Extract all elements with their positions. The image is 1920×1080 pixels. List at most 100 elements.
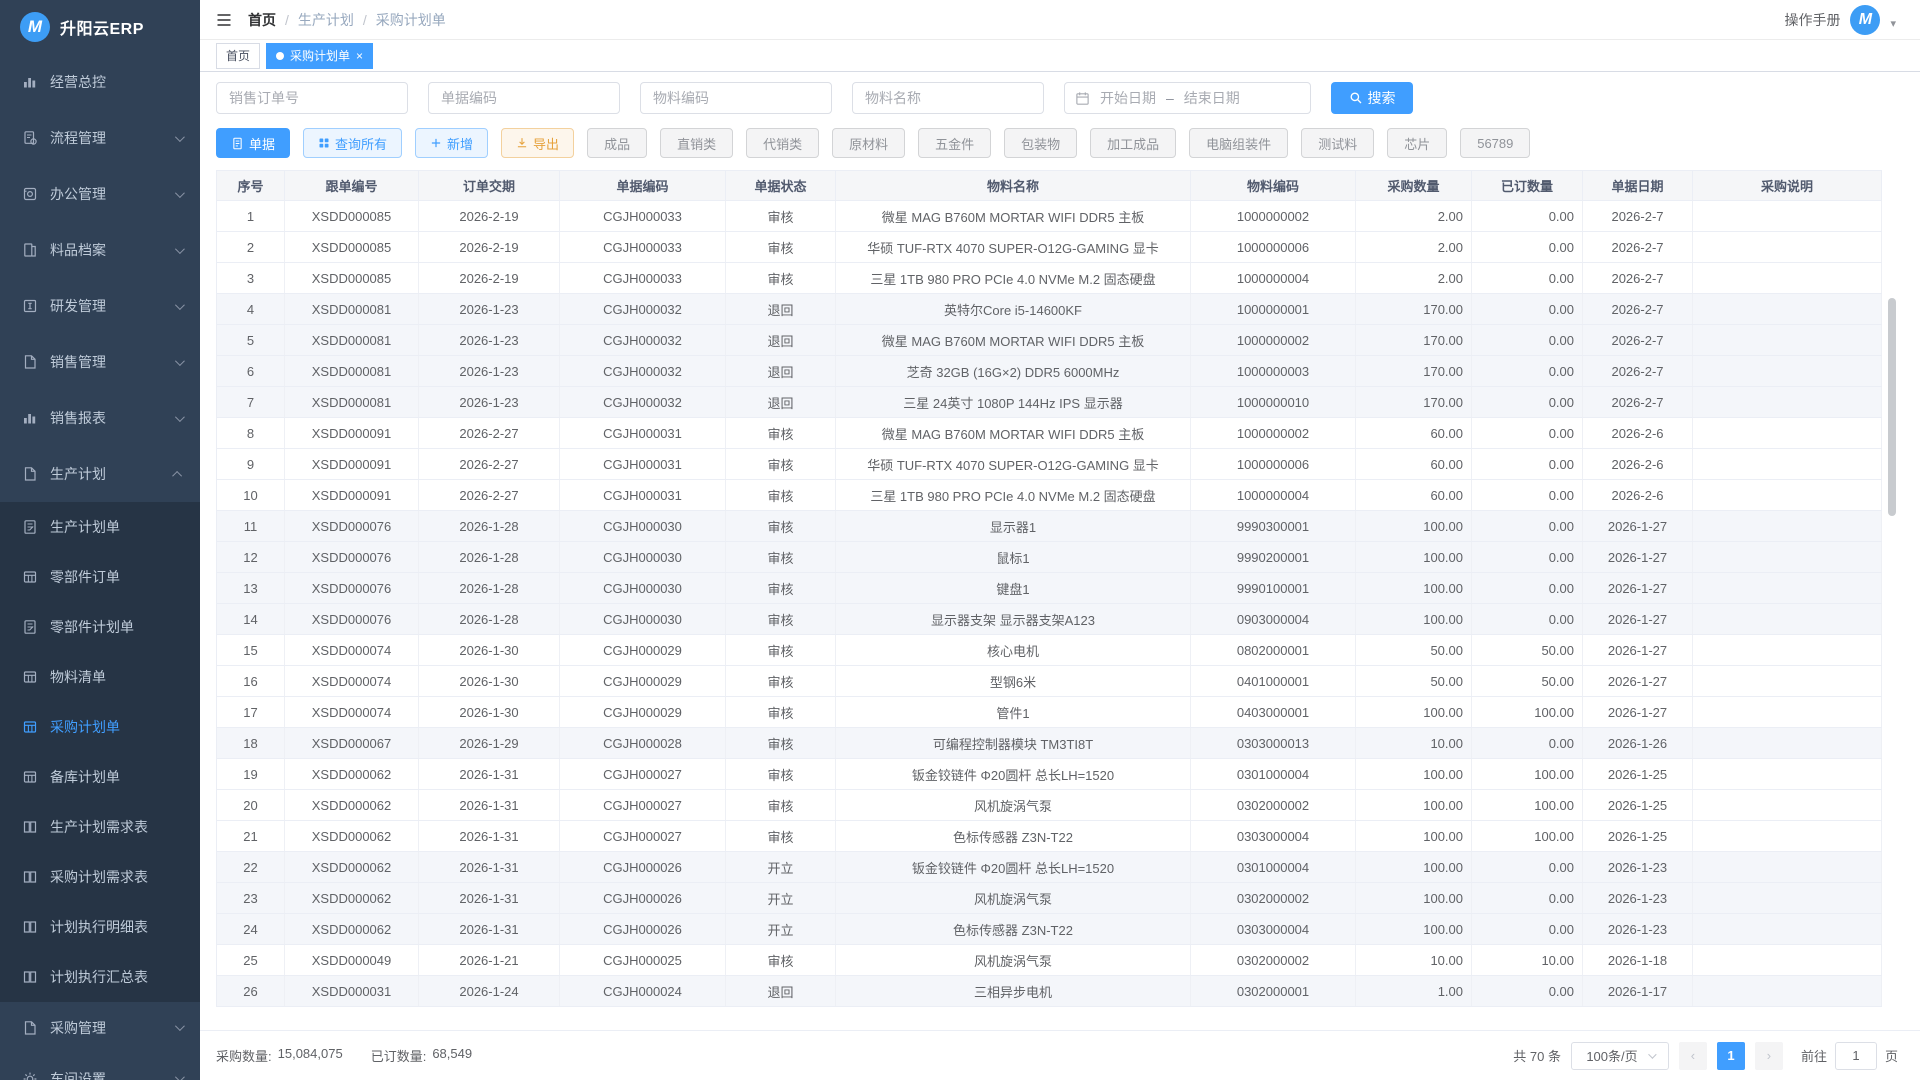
sidebar-subitem-8[interactable]: 计划执行明细表 — [0, 902, 200, 952]
sidebar-subitem-4[interactable]: 采购计划单 — [0, 702, 200, 752]
table-row[interactable]: 11XSDD0000762026-1-28CGJH000030审核显示器1999… — [217, 511, 1882, 542]
table-row[interactable]: 6XSDD0000812026-1-23CGJH000032退回芝奇 32GB … — [217, 356, 1882, 387]
sidebar-item-6[interactable]: 销售报表 — [0, 390, 200, 446]
doc-link[interactable]: CGJH000031 — [560, 480, 726, 511]
category-button-0[interactable]: 成品 — [587, 128, 647, 158]
category-button-7[interactable]: 电脑组装件 — [1189, 128, 1288, 158]
table-row[interactable]: 10XSDD0000912026-2-27CGJH000031审核三星 1TB … — [217, 480, 1882, 511]
sidebar-item-2[interactable]: 办公管理 — [0, 166, 200, 222]
table-row[interactable]: 18XSDD0000672026-1-29CGJH000028审核可编程控制器模… — [217, 728, 1882, 759]
category-button-6[interactable]: 加工成品 — [1090, 128, 1176, 158]
sidebar-item-0[interactable]: 经营总控 — [0, 54, 200, 110]
query-all-button[interactable]: 查询所有 — [303, 128, 402, 158]
table-row[interactable]: 8XSDD0000912026-2-27CGJH000031审核微星 MAG B… — [217, 418, 1882, 449]
table-row[interactable]: 7XSDD0000812026-1-23CGJH000032退回三星 24英寸 … — [217, 387, 1882, 418]
doc-link[interactable]: CGJH000029 — [560, 697, 726, 728]
doc-link[interactable]: CGJH000030 — [560, 604, 726, 635]
table-row[interactable]: 22XSDD0000622026-1-31CGJH000026开立钣金铰链件 Φ… — [217, 852, 1882, 883]
sidebar-subitem-5[interactable]: 备库计划单 — [0, 752, 200, 802]
sidebar-subitem-2[interactable]: 零部件计划单 — [0, 602, 200, 652]
breadcrumb-item-1[interactable]: 生产计划 — [298, 10, 354, 30]
tab-close-icon[interactable]: × — [356, 50, 363, 62]
table-row[interactable]: 14XSDD0000762026-1-28CGJH000030审核显示器支架 显… — [217, 604, 1882, 635]
user-menu-caret-icon[interactable]: ▾ — [1890, 17, 1896, 30]
doc-link[interactable]: CGJH000033 — [560, 232, 726, 263]
prev-page-button[interactable]: ‹ — [1679, 1042, 1707, 1070]
export-button[interactable]: 导出 — [501, 128, 574, 158]
sales-order-input[interactable] — [216, 82, 408, 114]
table-row[interactable]: 4XSDD0000812026-1-23CGJH000032退回英特尔Core … — [217, 294, 1882, 325]
category-button-8[interactable]: 测试料 — [1301, 128, 1374, 158]
table-row[interactable]: 16XSDD0000742026-1-30CGJH000029审核型钢6米040… — [217, 666, 1882, 697]
category-button-3[interactable]: 原材料 — [832, 128, 905, 158]
sidebar-item-3[interactable]: 料品档案 — [0, 222, 200, 278]
category-button-2[interactable]: 代销类 — [746, 128, 819, 158]
doc-link[interactable]: CGJH000032 — [560, 356, 726, 387]
doc-button[interactable]: 单据 — [216, 128, 290, 158]
doc-link[interactable]: CGJH000027 — [560, 759, 726, 790]
doc-link[interactable]: CGJH000027 — [560, 821, 726, 852]
table-row[interactable]: 1XSDD0000852026-2-19CGJH000033审核微星 MAG B… — [217, 201, 1882, 232]
app-logo[interactable]: M 升阳云ERP — [0, 0, 200, 54]
table-row[interactable]: 26XSDD0000312026-1-24CGJH000024退回三相异步电机0… — [217, 976, 1882, 1007]
category-button-5[interactable]: 包装物 — [1004, 128, 1077, 158]
search-button[interactable]: 搜索 — [1331, 82, 1413, 114]
sidebar-subitem-7[interactable]: 采购计划需求表 — [0, 852, 200, 902]
doc-link[interactable]: CGJH000030 — [560, 573, 726, 604]
table-row[interactable]: 15XSDD0000742026-1-30CGJH000029审核核心电机080… — [217, 635, 1882, 666]
manual-link[interactable]: 操作手册 — [1784, 10, 1840, 30]
table-row[interactable]: 21XSDD0000622026-1-31CGJH000027审核色标传感器 Z… — [217, 821, 1882, 852]
current-page-button[interactable]: 1 — [1717, 1042, 1745, 1070]
material-name-input[interactable] — [852, 82, 1044, 114]
sidebar-item-8[interactable]: 采购管理 — [0, 1002, 200, 1053]
sidebar-subitem-6[interactable]: 生产计划需求表 — [0, 802, 200, 852]
add-button[interactable]: 新增 — [415, 128, 488, 158]
doc-link[interactable]: CGJH000024 — [560, 976, 726, 1007]
doc-code-input[interactable] — [428, 82, 620, 114]
next-page-button[interactable]: › — [1755, 1042, 1783, 1070]
table-vertical-scrollbar[interactable] — [1888, 298, 1896, 516]
sidebar-item-1[interactable]: 流程管理 — [0, 110, 200, 166]
sidebar-subitem-3[interactable]: 物料清单 — [0, 652, 200, 702]
table-row[interactable]: 2XSDD0000852026-2-19CGJH000033审核华硕 TUF-R… — [217, 232, 1882, 263]
table-row[interactable]: 13XSDD0000762026-1-28CGJH000030审核键盘19990… — [217, 573, 1882, 604]
table-row[interactable]: 17XSDD0000742026-1-30CGJH000029审核管件10403… — [217, 697, 1882, 728]
breadcrumb-item-0[interactable]: 首页 — [248, 10, 276, 30]
table-row[interactable]: 20XSDD0000622026-1-31CGJH000027审核风机旋涡气泵0… — [217, 790, 1882, 821]
page-size-select[interactable]: 100条/页 — [1571, 1042, 1669, 1070]
table-row[interactable]: 5XSDD0000812026-1-23CGJH000032退回微星 MAG B… — [217, 325, 1882, 356]
table-row[interactable]: 3XSDD0000852026-2-19CGJH000033审核三星 1TB 9… — [217, 263, 1882, 294]
doc-link[interactable]: CGJH000027 — [560, 790, 726, 821]
category-button-1[interactable]: 直销类 — [660, 128, 733, 158]
goto-page-input[interactable] — [1835, 1042, 1877, 1070]
doc-link[interactable]: CGJH000031 — [560, 449, 726, 480]
doc-link[interactable]: CGJH000032 — [560, 325, 726, 356]
doc-link[interactable]: CGJH000032 — [560, 294, 726, 325]
table-row[interactable]: 23XSDD0000622026-1-31CGJH000026开立风机旋涡气泵0… — [217, 883, 1882, 914]
doc-link[interactable]: CGJH000033 — [560, 201, 726, 232]
sidebar-item-4[interactable]: 研发管理 — [0, 278, 200, 334]
doc-link[interactable]: CGJH000029 — [560, 666, 726, 697]
sidebar-toggle-icon[interactable] — [216, 12, 232, 28]
sidebar-subitem-1[interactable]: 零部件订单 — [0, 552, 200, 602]
table-row[interactable]: 12XSDD0000762026-1-28CGJH000030审核鼠标19990… — [217, 542, 1882, 573]
doc-link[interactable]: CGJH000031 — [560, 418, 726, 449]
category-button-10[interactable]: 56789 — [1460, 128, 1530, 158]
table-row[interactable]: 19XSDD0000622026-1-31CGJH000027审核钣金铰链件 Φ… — [217, 759, 1882, 790]
doc-link[interactable]: CGJH000026 — [560, 883, 726, 914]
table-row[interactable]: 25XSDD0000492026-1-21CGJH000025审核风机旋涡气泵0… — [217, 945, 1882, 976]
doc-link[interactable]: CGJH000025 — [560, 945, 726, 976]
tab-1[interactable]: 采购计划单× — [266, 43, 373, 69]
date-range-picker[interactable]: 开始日期 – 结束日期 — [1064, 82, 1311, 114]
doc-link[interactable]: CGJH000030 — [560, 542, 726, 573]
sidebar-subitem-9[interactable]: 计划执行汇总表 — [0, 952, 200, 1002]
table-row[interactable]: 24XSDD0000622026-1-31CGJH000026开立色标传感器 Z… — [217, 914, 1882, 945]
doc-link[interactable]: CGJH000029 — [560, 635, 726, 666]
table-row[interactable]: 9XSDD0000912026-2-27CGJH000031审核华硕 TUF-R… — [217, 449, 1882, 480]
material-code-input[interactable] — [640, 82, 832, 114]
category-button-9[interactable]: 芯片 — [1387, 128, 1447, 158]
doc-link[interactable]: CGJH000032 — [560, 387, 726, 418]
sidebar-item-9[interactable]: 车间设置 — [0, 1053, 200, 1080]
sidebar-item-5[interactable]: 销售管理 — [0, 334, 200, 390]
tab-0[interactable]: 首页 — [216, 43, 260, 69]
